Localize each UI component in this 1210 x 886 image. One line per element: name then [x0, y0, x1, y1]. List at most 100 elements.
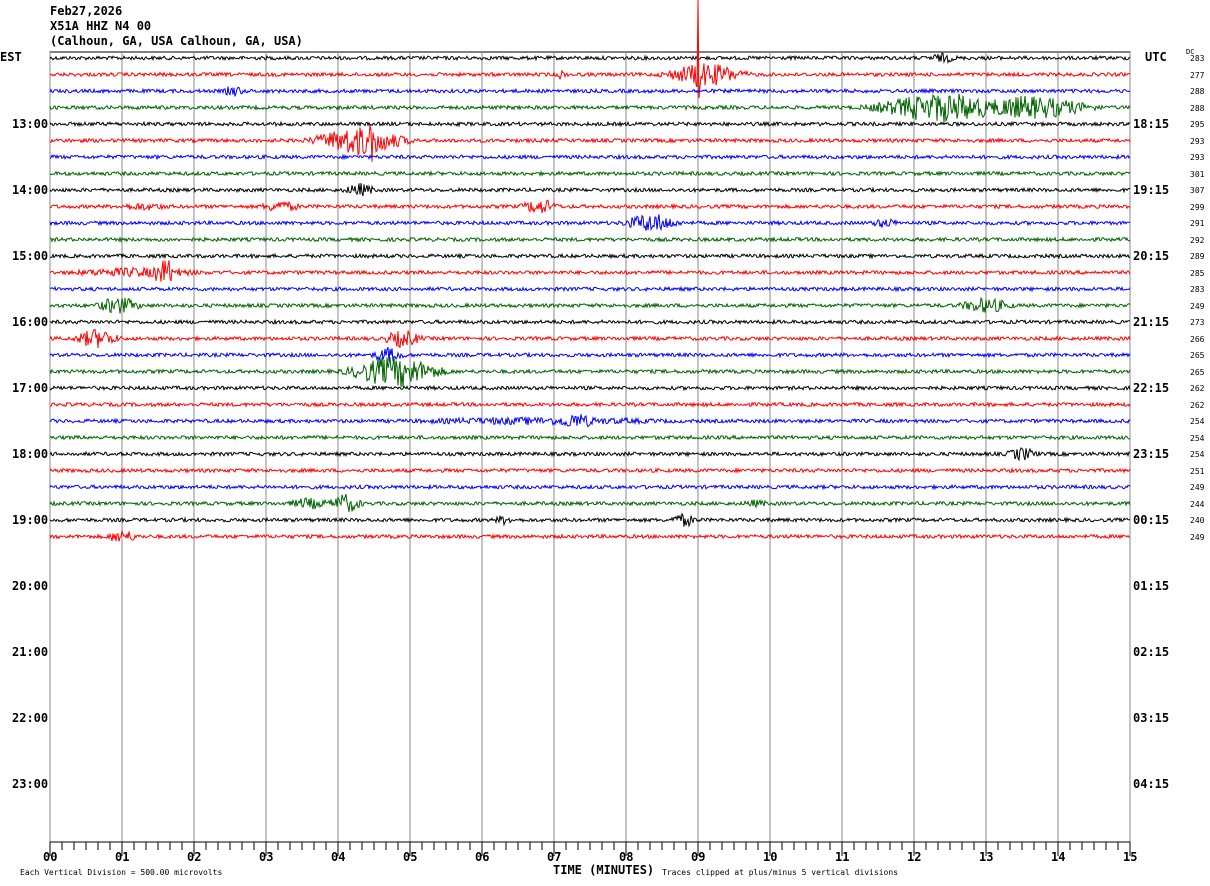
x-tick-label: 07: [547, 850, 562, 864]
dc-offset-label: 240: [1190, 516, 1205, 525]
trace-8: [49, 183, 1131, 197]
dc-offset-label: 265: [1190, 351, 1205, 360]
dc-offset-label: 301: [1190, 169, 1205, 179]
x-tick-label: 11: [835, 850, 850, 864]
trace-28: [50, 512, 1131, 528]
x-tick-label: 01: [115, 850, 130, 864]
est-hour-label: 16:00: [12, 315, 49, 329]
trace-4: [49, 120, 1131, 128]
dc-offset-label: 283: [1190, 285, 1205, 294]
dc-offset-label: 266: [1190, 334, 1205, 344]
trace-7: [49, 170, 1131, 177]
est-hour-label: 20:00: [12, 579, 49, 593]
dc-offset-label: 249: [1190, 301, 1205, 311]
x-tick-label: 15: [1123, 850, 1138, 864]
trace-23: [49, 434, 1131, 441]
trace-11: [49, 236, 1131, 244]
utc-hour-label: 19:15: [1133, 183, 1170, 197]
dc-offset-label: 254: [1190, 417, 1205, 426]
trace-17: [49, 329, 1131, 349]
trace-20: [49, 384, 1131, 392]
utc-hour-label: 01:15: [1133, 579, 1170, 593]
dc-offset-label: 288: [1190, 103, 1205, 113]
dc-offset-label: 244: [1190, 499, 1205, 509]
trace-6: [49, 153, 1131, 161]
dc-offset-label: 293: [1190, 136, 1205, 146]
trace-14: [49, 285, 1131, 293]
dc-offset-label: 262: [1190, 384, 1205, 393]
x-axis-label: TIME (MINUTES): [553, 863, 655, 877]
x-tick-label: 09: [691, 850, 706, 864]
trace-24: [49, 447, 1131, 462]
trace-3: [49, 93, 1131, 123]
x-tick-label: 05: [403, 850, 418, 864]
dc-offset-label: 277: [1190, 70, 1205, 80]
x-tick-label: 08: [619, 850, 634, 864]
dc-offset-label: 293: [1190, 153, 1205, 162]
dc-offset-label: 299: [1190, 202, 1205, 212]
est-hour-label: 19:00: [12, 513, 49, 527]
dc-offset-label: 307: [1190, 186, 1205, 195]
est-hour-label: 22:00: [12, 711, 49, 725]
trace-21: [49, 401, 1131, 408]
est-hour-label: 17:00: [12, 381, 49, 395]
trace-19: [49, 356, 1131, 388]
x-tick-label: 14: [1051, 850, 1066, 864]
trace-27: [49, 493, 1131, 512]
trace-9: [49, 199, 1131, 214]
trace-26: [49, 483, 1131, 491]
trace-29: [49, 529, 1131, 542]
x-tick-label: 00: [43, 850, 58, 864]
x-tick-label: 10: [763, 850, 778, 864]
trace-0: [49, 52, 1131, 65]
dc-offset-label: 254: [1190, 450, 1205, 459]
x-tick-label: 04: [331, 850, 346, 864]
seismogram-plot: [49, 0, 1131, 856]
dc-offset-label: 285: [1190, 268, 1205, 278]
dc-offset-label: 291: [1190, 219, 1205, 228]
trace-25: [49, 467, 1131, 474]
est-hour-label: 15:00: [12, 249, 49, 263]
utc-hour-label: 00:15: [1133, 513, 1170, 527]
dc-offset-label: 249: [1190, 532, 1205, 542]
x-tick-label: 02: [187, 850, 202, 864]
utc-hour-label: 03:15: [1133, 711, 1170, 725]
dc-offset-label: 273: [1190, 318, 1205, 327]
dc-offset-label: 254: [1190, 433, 1205, 443]
trace-10: [49, 214, 1131, 232]
utc-hour-label: 18:15: [1133, 117, 1170, 131]
dc-offset-label: 251: [1190, 466, 1205, 476]
utc-hour-label: 20:15: [1133, 249, 1170, 263]
dc-offset-label: 249: [1190, 483, 1205, 492]
dc-offset-label: 265: [1190, 367, 1205, 377]
trace-22: [49, 414, 1131, 428]
est-hour-label: 21:00: [12, 645, 49, 659]
est-hour-label: 13:00: [12, 117, 49, 131]
dc-offset-label: 289: [1190, 252, 1205, 261]
x-tick-label: 12: [907, 850, 922, 864]
utc-hour-label: 22:15: [1133, 381, 1170, 395]
utc-hour-label: 23:15: [1133, 447, 1170, 461]
trace-12: [49, 252, 1131, 260]
est-hour-label: 18:00: [12, 447, 49, 461]
trace-15: [49, 296, 1131, 314]
trace-1: [49, 0, 1131, 99]
dc-offset-label: 295: [1190, 120, 1205, 129]
x-tick-label: 13: [979, 850, 994, 864]
est-hour-label: 23:00: [12, 777, 49, 791]
helicorder: Feb27,2026 X51A HHZ N4 00 (Calhoun, GA, …: [0, 0, 1210, 886]
utc-hour-label: 02:15: [1133, 645, 1170, 659]
dc-offset-label: 288: [1190, 87, 1205, 96]
plot-frame: [49, 51, 1131, 843]
utc-hour-label: 21:15: [1133, 315, 1170, 329]
dc-offset-label: 262: [1190, 400, 1205, 410]
clip-note: Traces clipped at plus/minus 5 vertical …: [662, 868, 899, 877]
utc-hour-label: 04:15: [1133, 777, 1170, 791]
x-tick-label: 03: [259, 850, 274, 864]
trace-13: [49, 260, 1131, 282]
scale-note: Each Vertical Division = 500.00 microvol…: [20, 868, 223, 877]
trace-2: [49, 86, 1131, 97]
x-tick-label: 06: [475, 850, 490, 864]
dc-offset-label: 292: [1190, 235, 1205, 245]
est-hour-label: 14:00: [12, 183, 49, 197]
